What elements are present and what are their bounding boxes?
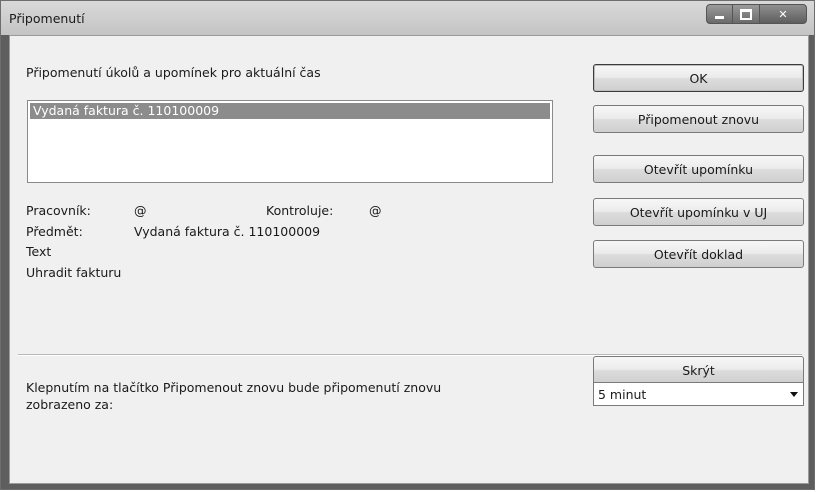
window-title: Připomenutí <box>9 11 85 26</box>
close-button[interactable]: ✕ <box>760 4 807 24</box>
separator <box>18 354 802 356</box>
remind-again-button[interactable]: Připomenout znovu <box>593 105 804 133</box>
checks-value: @ <box>369 203 382 218</box>
maximize-button[interactable] <box>733 4 760 24</box>
open-reminder-button[interactable]: Otevřít upomínku <box>593 155 804 183</box>
window-controls: ✕ <box>706 4 807 24</box>
remind-interval-value: 5 minut <box>598 387 647 402</box>
hide-button[interactable]: Skrýt <box>593 356 804 384</box>
chevron-down-icon[interactable] <box>790 392 798 397</box>
worker-value: @ <box>134 203 147 218</box>
subject-value: Vydaná faktura č. 110100009 <box>134 224 321 239</box>
ok-button[interactable]: OK <box>593 64 804 92</box>
remind-interval-note: Klepnutím na tlačítko Připomenout znovu … <box>26 380 442 412</box>
reminder-window: Připomenutí ✕ Připomenutí úkolů a upomín… <box>0 0 815 490</box>
title-bar[interactable]: Připomenutí ✕ <box>1 1 814 35</box>
worker-label: Pracovník: <box>26 203 91 218</box>
maximize-icon <box>740 8 752 20</box>
reminder-list[interactable]: Vydaná faktura č. 110100009 <box>27 100 553 183</box>
remind-interval-select[interactable]: 5 minut <box>593 382 804 406</box>
minimize-button[interactable] <box>706 4 733 24</box>
text-label: Text <box>26 244 52 259</box>
close-icon: ✕ <box>778 7 788 21</box>
minimize-icon <box>715 15 724 19</box>
list-item-selected[interactable]: Vydaná faktura č. 110100009 <box>30 103 550 119</box>
subject-label: Předmět: <box>26 224 83 239</box>
open-document-button[interactable]: Otevřít doklad <box>593 240 804 268</box>
checks-label: Kontroluje: <box>266 203 334 218</box>
text-value: Uhradit fakturu <box>26 265 122 280</box>
list-caption: Připomenutí úkolů a upomínek pro aktuáln… <box>26 65 321 80</box>
dialog-client-area: Připomenutí úkolů a upomínek pro aktuáln… <box>9 35 809 484</box>
open-reminder-uj-button[interactable]: Otevřít upomínku v UJ <box>593 198 804 226</box>
